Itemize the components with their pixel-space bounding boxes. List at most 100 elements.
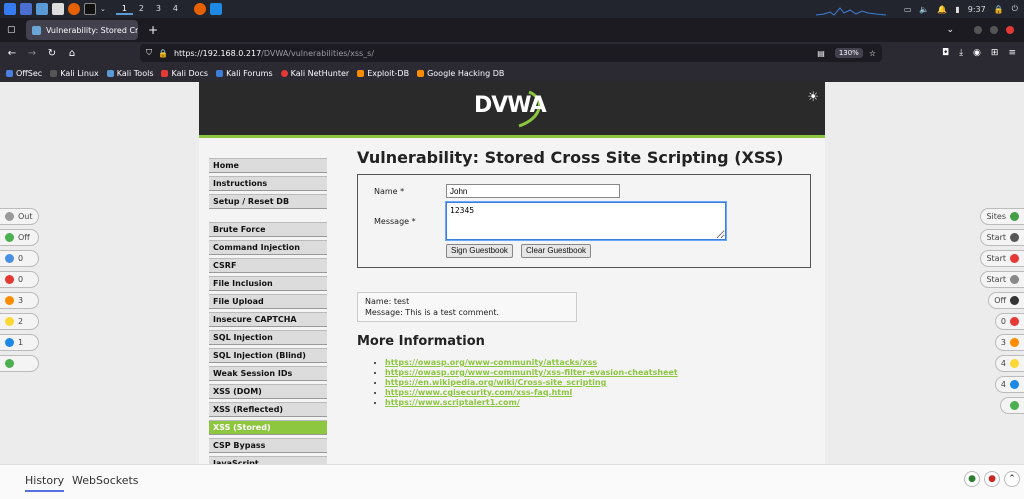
desktop-icon[interactable]: [20, 3, 32, 15]
menu-item-xss-reflected[interactable]: XSS (Reflected): [209, 402, 327, 417]
link-scriptalert1[interactable]: https://www.scriptalert1.com/: [385, 398, 520, 407]
account-icon[interactable]: ◉: [973, 48, 981, 58]
bookmark-kali-forums[interactable]: Kali Forums: [216, 69, 273, 78]
menu-item-javascript[interactable]: JavaScript: [209, 456, 327, 464]
name-input[interactable]: [446, 184, 620, 198]
bookmark-kali-tools[interactable]: Kali Tools: [106, 69, 153, 78]
alert-icon[interactable]: ●: [984, 471, 1000, 487]
hud-site-alerts-low[interactable]: 4: [994, 355, 1024, 372]
link-cgisecurity[interactable]: https://www.cgisecurity.com/xss-faq.html: [385, 388, 572, 397]
workspace-1[interactable]: 1: [115, 4, 133, 15]
back-icon[interactable]: ←: [2, 48, 22, 59]
menu-item-insecure-captcha[interactable]: Insecure CAPTCHA: [209, 312, 327, 327]
address-bar[interactable]: ⛉ 🔒 https://192.168.0.217/DVWA/vulnerabi…: [140, 44, 882, 62]
menu-item-sql-injection[interactable]: SQL Injection: [209, 330, 327, 345]
power-icon[interactable]: ⏻: [1012, 4, 1018, 14]
workspace-4[interactable]: 4: [167, 4, 184, 15]
hud-scope-button[interactable]: Out: [0, 208, 39, 225]
hud-page-alerts-informational[interactable]: 1: [0, 334, 39, 351]
firefox-window-icon[interactable]: [193, 3, 206, 15]
reload-icon[interactable]: ↻: [42, 48, 62, 59]
url-text[interactable]: https://192.168.0.217/DVWA/vulnerabiliti…: [174, 49, 374, 58]
notification-icon[interactable]: 🔔: [937, 5, 947, 14]
downloads-icon[interactable]: ⤓: [959, 48, 963, 58]
menu-item-weak-session-ids[interactable]: Weak Session IDs: [209, 366, 327, 381]
zap-window-icon[interactable]: [209, 3, 222, 15]
hud-add-tool-button[interactable]: [0, 355, 39, 372]
monitor-icon[interactable]: ▭: [904, 5, 912, 14]
menu-item-instructions[interactable]: Instructions: [209, 176, 327, 191]
hud-spider-button[interactable]: Start: [980, 229, 1024, 246]
window-minimize-icon[interactable]: [974, 26, 982, 34]
file-manager-icon[interactable]: [36, 3, 48, 15]
kali-menu-icon[interactable]: [4, 3, 16, 15]
chevron-down-icon[interactable]: ⌄: [100, 5, 106, 13]
menu-item-file-inclusion[interactable]: File Inclusion: [209, 276, 327, 291]
hud-page-alerts-info[interactable]: 0: [0, 250, 39, 267]
link-owasp-cheatsheet[interactable]: https://owasp.org/www-community/xss-filt…: [385, 368, 678, 377]
workspace-switcher[interactable]: 1 2 3 4: [115, 4, 184, 15]
browser-tab-active[interactable]: Vulnerability: Stored Cro ✕: [26, 20, 138, 40]
lock-warning-icon[interactable]: 🔒: [158, 49, 168, 58]
sign-guestbook-button[interactable]: Sign Guestbook: [446, 244, 513, 258]
bookmark-kali-linux[interactable]: Kali Linux: [50, 69, 99, 78]
firefox-icon[interactable]: [68, 3, 80, 15]
bookmark-kali-docs[interactable]: Kali Docs: [161, 69, 208, 78]
menu-item-command-injection[interactable]: Command Injection: [209, 240, 327, 255]
hud-page-alerts-low[interactable]: 2: [0, 313, 39, 330]
terminal-icon[interactable]: [84, 3, 96, 15]
record-icon[interactable]: ●: [964, 471, 980, 487]
new-tab-icon[interactable]: +: [148, 23, 158, 37]
bookmark-exploit-db[interactable]: Exploit-DB: [357, 69, 409, 78]
hud-break-button[interactable]: Off: [988, 292, 1024, 309]
menu-item-csrf[interactable]: CSRF: [209, 258, 327, 273]
reader-view-icon[interactable]: ▤: [817, 49, 825, 58]
menu-item-xss-stored[interactable]: XSS (Stored): [209, 420, 327, 435]
menu-item-xss-dom[interactable]: XSS (DOM): [209, 384, 327, 399]
tab-websockets[interactable]: WebSockets: [72, 474, 139, 487]
window-close-icon[interactable]: [1006, 26, 1014, 34]
lock-icon[interactable]: 🔒: [994, 5, 1004, 14]
volume-icon[interactable]: 🔈: [919, 5, 929, 14]
shield-icon[interactable]: ⛉: [146, 48, 152, 58]
hud-sites-button[interactable]: Sites: [980, 208, 1024, 225]
tab-history[interactable]: History: [25, 474, 65, 492]
battery-icon[interactable]: ▮: [955, 5, 959, 14]
hud-attack-mode-button[interactable]: Off: [0, 229, 39, 246]
theme-toggle-icon[interactable]: ☀︎: [807, 90, 819, 105]
bookmark-kali-nethunter[interactable]: Kali NetHunter: [280, 69, 349, 78]
link-wikipedia[interactable]: https://en.wikipedia.org/wiki/Cross-site…: [385, 378, 606, 387]
menu-item-brute-force[interactable]: Brute Force: [209, 222, 327, 237]
expand-up-icon[interactable]: ⌃: [1004, 471, 1020, 487]
hud-site-alerts-medium[interactable]: 3: [994, 334, 1024, 351]
menu-icon[interactable]: ≡: [1008, 48, 1016, 58]
bookmark-star-icon[interactable]: ☆: [869, 49, 876, 58]
menu-item-file-upload[interactable]: File Upload: [209, 294, 327, 309]
link-owasp-xss[interactable]: https://owasp.org/www-community/attacks/…: [385, 358, 597, 367]
window-maximize-icon[interactable]: [990, 26, 998, 34]
hud-page-alerts-high[interactable]: 0: [0, 271, 39, 288]
home-icon[interactable]: ⌂: [62, 48, 82, 59]
hud-active-scan-button[interactable]: Start: [980, 271, 1024, 288]
zoom-level[interactable]: 130%: [834, 48, 863, 58]
menu-item-csp-bypass[interactable]: CSP Bypass: [209, 438, 327, 453]
forward-icon[interactable]: →: [22, 48, 42, 59]
tab-list-icon[interactable]: ▢: [7, 25, 16, 35]
hud-page-alerts-medium[interactable]: 3: [0, 292, 39, 309]
pocket-icon[interactable]: ◘: [942, 48, 949, 58]
menu-item-setup[interactable]: Setup / Reset DB: [209, 194, 327, 209]
text-editor-icon[interactable]: [52, 3, 64, 15]
bookmark-google-hacking-db[interactable]: Google Hacking DB: [417, 69, 504, 78]
menu-item-home[interactable]: Home: [209, 158, 327, 173]
hud-site-alerts-high[interactable]: 0: [994, 313, 1024, 330]
list-all-tabs-icon[interactable]: ⌄: [946, 25, 954, 35]
workspace-3[interactable]: 3: [150, 4, 167, 15]
clock[interactable]: 9:37: [968, 5, 986, 14]
clear-guestbook-button[interactable]: Clear Guestbook: [521, 244, 592, 258]
extensions-icon[interactable]: ⊞: [991, 48, 999, 58]
bookmark-offsec[interactable]: OffSec: [6, 69, 42, 78]
hud-add-tool-right-button[interactable]: [1000, 397, 1024, 414]
menu-item-sql-injection-blind[interactable]: SQL Injection (Blind): [209, 348, 327, 363]
workspace-2[interactable]: 2: [133, 4, 150, 15]
hud-ajax-spider-button[interactable]: Start: [980, 250, 1024, 267]
